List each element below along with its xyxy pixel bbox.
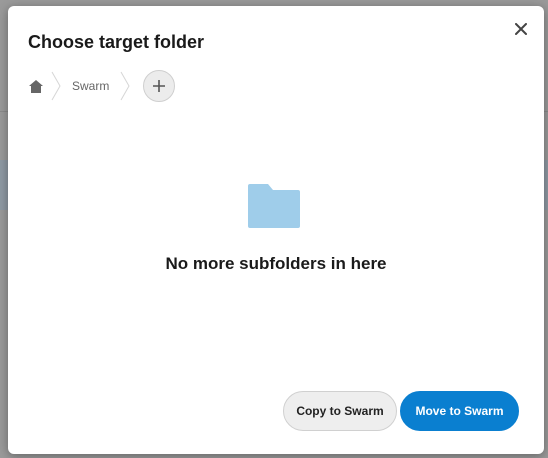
close-icon bbox=[515, 23, 527, 35]
choose-folder-dialog: Choose target folder Swarm No more subfo… bbox=[8, 6, 544, 454]
breadcrumb-separator bbox=[120, 71, 130, 101]
breadcrumb: Swarm bbox=[26, 70, 176, 102]
home-icon bbox=[29, 79, 43, 93]
breadcrumb-separator bbox=[51, 71, 61, 101]
move-button[interactable]: Move to Swarm bbox=[400, 391, 519, 431]
breadcrumb-home[interactable] bbox=[26, 76, 46, 96]
close-button[interactable] bbox=[512, 20, 530, 38]
plus-icon bbox=[153, 80, 166, 92]
copy-button[interactable]: Copy to Swarm bbox=[283, 391, 397, 431]
dialog-title: Choose target folder bbox=[28, 32, 205, 52]
breadcrumb-item-swarm[interactable]: Swarm bbox=[66, 79, 115, 93]
folder-icon bbox=[248, 184, 300, 228]
empty-state-message: No more subfolders in here bbox=[165, 254, 387, 273]
add-folder-button[interactable] bbox=[143, 70, 176, 102]
